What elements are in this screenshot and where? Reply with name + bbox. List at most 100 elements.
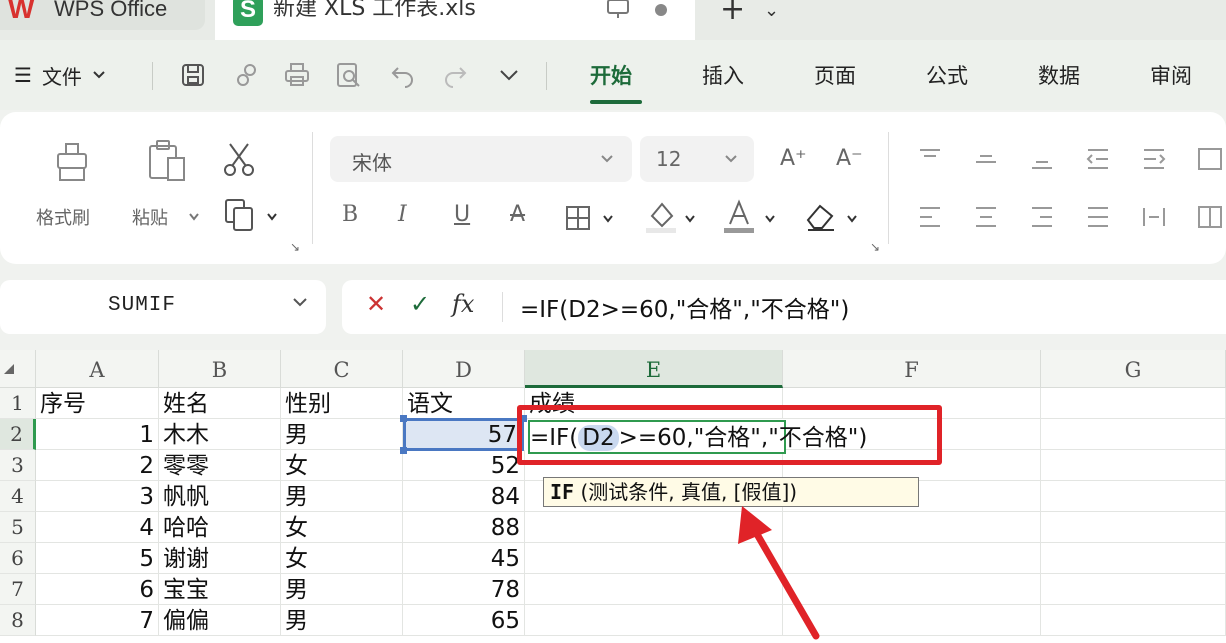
cell-b7[interactable]: 宝宝 bbox=[159, 574, 281, 605]
cancel-icon[interactable]: ✕ bbox=[366, 290, 386, 318]
cut-icon[interactable] bbox=[222, 142, 256, 178]
cell-g6[interactable] bbox=[1041, 543, 1226, 574]
file-menu-button[interactable]: ☰ 文件 bbox=[14, 60, 106, 90]
bold-button[interactable]: B bbox=[342, 202, 358, 227]
tab-page[interactable]: 页面 bbox=[814, 62, 856, 90]
underline-button[interactable]: U bbox=[454, 202, 470, 227]
tab-data[interactable]: 数据 bbox=[1038, 62, 1080, 90]
cell-a4[interactable]: 3 bbox=[36, 481, 159, 512]
cell-g5[interactable] bbox=[1041, 512, 1226, 543]
name-box[interactable]: SUMIF bbox=[0, 280, 326, 334]
print-icon[interactable] bbox=[284, 62, 310, 88]
row-header[interactable]: 4 bbox=[0, 481, 36, 512]
increase-indent-icon[interactable] bbox=[1140, 146, 1168, 172]
print-preview-icon[interactable] bbox=[336, 62, 362, 88]
format-painter-icon[interactable] bbox=[52, 140, 92, 184]
cell-b1[interactable]: 姓名 bbox=[159, 388, 281, 419]
row-header[interactable]: 3 bbox=[0, 450, 36, 481]
row-header[interactable]: 1 bbox=[0, 388, 36, 419]
cell-a1[interactable]: 序号 bbox=[36, 388, 159, 419]
tab-formula[interactable]: 公式 bbox=[926, 62, 968, 90]
chevron-down-icon[interactable] bbox=[292, 296, 308, 308]
font-shrink-button[interactable]: A⁻ bbox=[836, 146, 863, 171]
cell-d8[interactable]: 65 bbox=[403, 605, 525, 636]
fill-color-icon[interactable] bbox=[644, 198, 678, 234]
cell-a8[interactable]: 7 bbox=[36, 605, 159, 636]
text-direction-icon[interactable] bbox=[1196, 146, 1224, 172]
tab-insert[interactable]: 插入 bbox=[702, 62, 744, 90]
format-painter-label[interactable]: 格式刷 bbox=[36, 204, 90, 230]
font-size-select[interactable]: 12 bbox=[640, 136, 754, 182]
chevron-down-icon[interactable] bbox=[764, 214, 776, 224]
column-header-g[interactable]: G bbox=[1041, 350, 1226, 388]
column-header-a[interactable]: A bbox=[36, 350, 159, 388]
chevron-down-icon[interactable] bbox=[188, 212, 200, 222]
align-left-icon[interactable] bbox=[916, 204, 944, 230]
merge-cells-icon[interactable] bbox=[1196, 204, 1224, 230]
font-name-select[interactable]: 宋体 bbox=[330, 136, 632, 182]
row-header[interactable]: 5 bbox=[0, 512, 36, 543]
cell-a3[interactable]: 2 bbox=[36, 450, 159, 481]
cell-c3[interactable]: 女 bbox=[281, 450, 403, 481]
clipboard-launcher-icon[interactable]: ↘ bbox=[290, 240, 300, 254]
cell-d3[interactable]: 52 bbox=[403, 450, 525, 481]
confirm-icon[interactable]: ✓ bbox=[410, 290, 430, 318]
justify-icon[interactable] bbox=[1084, 204, 1112, 230]
select-all-corner[interactable] bbox=[0, 350, 36, 388]
row-header[interactable]: 8 bbox=[0, 605, 36, 636]
align-top-icon[interactable] bbox=[916, 146, 944, 172]
cell-a6[interactable]: 5 bbox=[36, 543, 159, 574]
cell-a7[interactable]: 6 bbox=[36, 574, 159, 605]
chevron-down-icon[interactable] bbox=[684, 214, 696, 224]
cell-g3[interactable] bbox=[1041, 450, 1226, 481]
cell-b8[interactable]: 偏偏 bbox=[159, 605, 281, 636]
cell-b6[interactable]: 谢谢 bbox=[159, 543, 281, 574]
copy-icon[interactable] bbox=[224, 198, 260, 232]
range-handle[interactable] bbox=[400, 415, 407, 422]
cell-c7[interactable]: 男 bbox=[281, 574, 403, 605]
formula-input[interactable]: =IF(D2>=60,"合格","不合格") bbox=[520, 290, 849, 324]
row-header[interactable]: 2 bbox=[0, 419, 36, 450]
align-center-icon[interactable] bbox=[972, 204, 1000, 230]
chevron-down-icon[interactable] bbox=[846, 214, 858, 224]
cell-b4[interactable]: 帆帆 bbox=[159, 481, 281, 512]
strikethrough-button[interactable]: A bbox=[510, 202, 525, 227]
eraser-icon[interactable] bbox=[804, 200, 838, 232]
align-middle-icon[interactable] bbox=[972, 146, 1000, 172]
cell-c4[interactable]: 男 bbox=[281, 481, 403, 512]
redo-icon[interactable] bbox=[442, 62, 468, 88]
cell-g4[interactable] bbox=[1041, 481, 1226, 512]
paste-icon[interactable] bbox=[146, 138, 188, 184]
align-bottom-icon[interactable] bbox=[1028, 146, 1056, 172]
cell-d4[interactable]: 84 bbox=[403, 481, 525, 512]
paste-label[interactable]: 粘贴 bbox=[132, 204, 168, 230]
italic-button[interactable]: I bbox=[398, 202, 407, 227]
align-right-icon[interactable] bbox=[1028, 204, 1056, 230]
cell-c5[interactable]: 女 bbox=[281, 512, 403, 543]
cell-c2[interactable]: 男 bbox=[281, 419, 403, 450]
cell-d6[interactable]: 45 bbox=[403, 543, 525, 574]
cell-a5[interactable]: 4 bbox=[36, 512, 159, 543]
border-icon[interactable] bbox=[564, 204, 592, 232]
cell-a2[interactable]: 1 bbox=[36, 419, 159, 450]
font-launcher-icon[interactable]: ↘ bbox=[870, 240, 880, 254]
save-icon[interactable] bbox=[180, 62, 206, 88]
range-handle[interactable] bbox=[400, 447, 407, 454]
tab-list-chevron-icon[interactable]: ⌄ bbox=[764, 0, 779, 26]
cell-g1[interactable] bbox=[1041, 388, 1226, 419]
font-grow-button[interactable]: A⁺ bbox=[780, 146, 807, 171]
cell-c8[interactable]: 男 bbox=[281, 605, 403, 636]
cell-d1[interactable]: 语文 bbox=[403, 388, 525, 419]
font-color-icon[interactable] bbox=[722, 198, 756, 234]
more-chevron-down-icon[interactable] bbox=[496, 62, 522, 88]
row-header[interactable]: 7 bbox=[0, 574, 36, 605]
column-header-c[interactable]: C bbox=[281, 350, 403, 388]
tab-status-dot-icon[interactable] bbox=[655, 4, 667, 16]
insert-function-icon[interactable]: fx bbox=[452, 290, 474, 318]
distributed-align-icon[interactable] bbox=[1140, 204, 1168, 230]
chevron-down-icon[interactable] bbox=[602, 214, 614, 224]
column-header-b[interactable]: B bbox=[159, 350, 281, 388]
tab-document[interactable]: S 新建 XLS 工作表.xls bbox=[215, 0, 695, 40]
undo-icon[interactable] bbox=[390, 62, 416, 88]
column-header-f[interactable]: F bbox=[783, 350, 1041, 388]
